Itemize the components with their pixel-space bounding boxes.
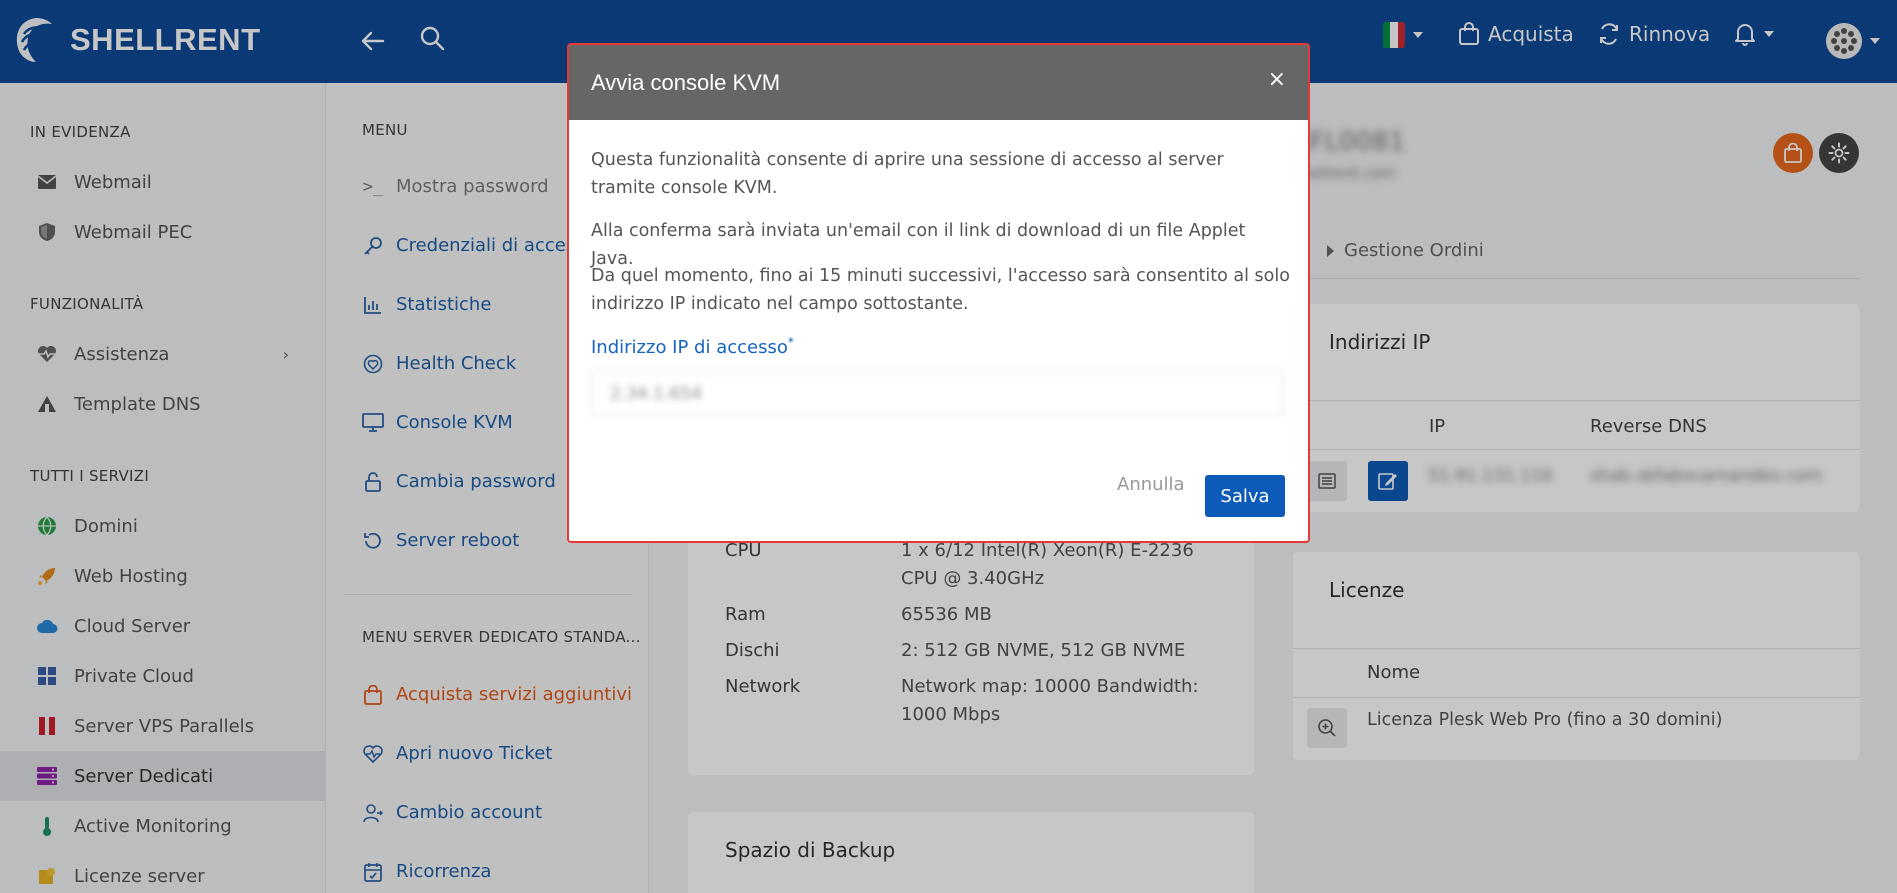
ip-field-label: Indirizzo IP di accesso* <box>591 335 794 358</box>
modal-access-note: Da quel momento, fino ai 15 minuti succe… <box>591 266 1290 314</box>
modal-title: Avvia console KVM <box>591 69 781 95</box>
modal-description: Questa funzionalità consente di aprire u… <box>591 150 1224 198</box>
modal-header: Avvia console KVM × <box>569 45 1308 120</box>
kvm-console-modal: Avvia console KVM × Questa funzionalità … <box>567 43 1310 543</box>
cancel-button[interactable]: Annulla <box>1117 474 1185 495</box>
save-button[interactable]: Salva <box>1205 475 1285 517</box>
close-icon[interactable]: × <box>1268 69 1286 91</box>
ip-access-input[interactable] <box>591 371 1284 416</box>
required-marker: * <box>787 335 794 349</box>
